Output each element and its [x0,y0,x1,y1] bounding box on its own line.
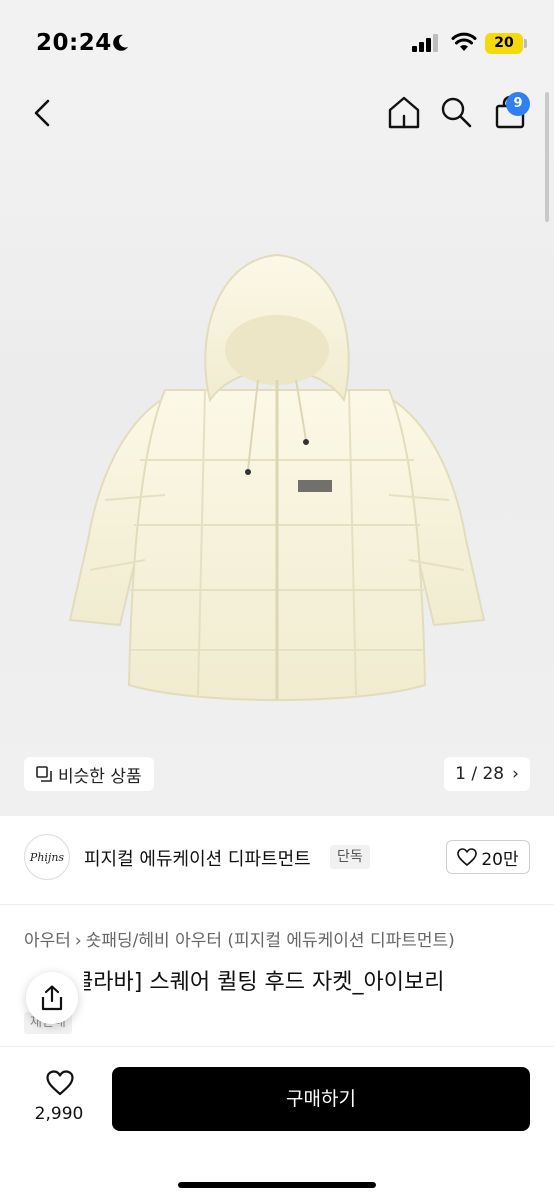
similar-products-button[interactable]: 비슷한 상품 [24,757,154,791]
section-divider [0,904,554,905]
similar-products-label: 비슷한 상품 [58,766,142,787]
home-icon[interactable] [386,94,422,130]
battery-tip [524,39,527,48]
brand-logo-text: Phijns [29,850,65,864]
breadcrumb-category[interactable]: 아우터 [24,931,71,951]
chevron-right-icon: › [74,931,82,951]
search-icon[interactable] [439,95,473,129]
status-time: 20:24 [36,30,112,56]
copy-icon [36,766,52,782]
chevron-left-icon[interactable] [26,96,60,130]
share-button[interactable] [26,972,78,1024]
scroll-indicator [545,92,549,222]
cellular-signal-icon [412,34,438,52]
moon-icon [113,34,128,51]
chevron-right-icon: › [512,764,519,784]
buy-button[interactable]: 구매하기 [112,1067,530,1131]
brand-logo[interactable]: Phijns [24,834,70,880]
cart-count-badge: 9 [506,92,530,116]
brand-like-button[interactable]: 20만 [446,840,530,874]
product-like-count: 2,990 [34,1104,84,1124]
heart-icon [457,848,478,866]
home-indicator [178,1182,376,1188]
share-icon [41,985,63,1011]
exclusive-badge: 단독 [330,845,370,869]
product-image [68,253,486,701]
battery-indicator: 20 [485,33,523,54]
wifi-icon [451,32,477,51]
image-pager[interactable]: 1 / 28 › [444,757,530,791]
pager-text: 1 / 28 [455,764,505,784]
brand-like-count: 20만 [481,849,519,870]
brand-name[interactable]: 피지컬 에듀케이션 디파트먼트 [84,845,311,871]
breadcrumb: 아우터 › 숏패딩/헤비 아우터 (피지컬 에듀케이션 디파트먼트) [24,926,455,951]
breadcrumb-brand[interactable]: (피지컬 에듀케이션 디파트먼트) [227,931,454,951]
product-title: [리브클라바] 스퀘어 퀼팅 후드 자켓_아이보리 [24,970,445,995]
breadcrumb-subcategory[interactable]: 숏패딩/헤비 아우터 [86,931,222,951]
status-bar: 20:24 20 [0,0,554,88]
heart-icon[interactable] [46,1070,74,1096]
